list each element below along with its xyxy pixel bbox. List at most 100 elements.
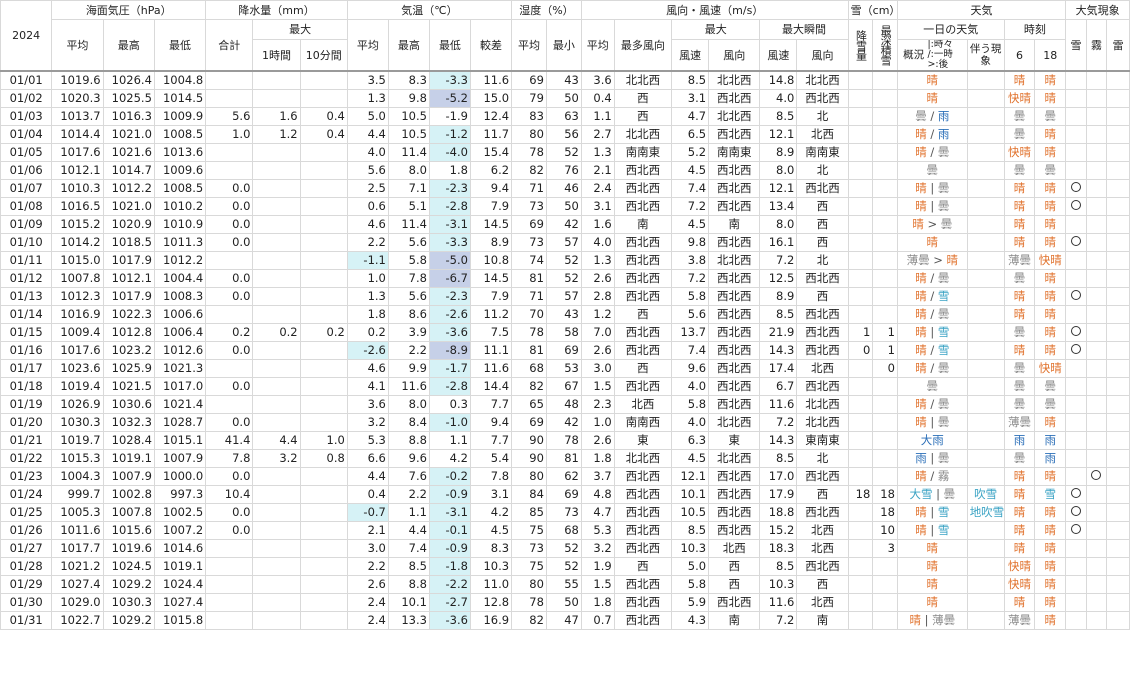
date-cell: 01/11	[0, 251, 53, 270]
time-header: 時刻	[1003, 19, 1067, 40]
wind-cell: 西北西	[613, 503, 673, 522]
table-row: 01/28 1021.2 1024.5 1019.1 2.2 8.5 -1.8 10.3 75 5…	[0, 557, 1130, 576]
temp-cell: 2.1	[346, 521, 389, 540]
atmos-cell	[1085, 161, 1108, 180]
wind-cell: 西北西	[613, 467, 673, 486]
pressure-cell: 1016.3	[102, 107, 155, 126]
humidity-cell: 50	[545, 593, 582, 612]
atmos-cell	[1085, 233, 1108, 252]
temp-cell: 4.4	[387, 521, 430, 540]
temp-cell: -1.1	[346, 251, 389, 270]
phenomena-cell	[966, 359, 1005, 378]
atmos-cell	[1085, 341, 1108, 360]
precip-cell	[205, 575, 254, 594]
pressure-cell: 1015.2	[51, 215, 104, 234]
pressure-cell: 1021.2	[51, 557, 104, 576]
temp-cell: -2.8	[428, 197, 471, 216]
weather-summary-cell: 晴	[896, 593, 968, 612]
date-cell: 01/21	[0, 431, 53, 450]
weather-6-cell: 薄曇	[1003, 413, 1036, 432]
weather-token: 雪	[937, 325, 950, 339]
phenomena-cell	[966, 341, 1005, 360]
atmos-cell	[1106, 341, 1130, 360]
temp-range-header: 較差	[469, 19, 513, 72]
weather-18-cell: 晴	[1034, 521, 1067, 540]
precip-1h-header: 1時間	[252, 39, 301, 72]
weather-token: 曇	[937, 307, 950, 321]
wind-cell: 1.0	[580, 413, 615, 432]
atmos-cell	[1106, 395, 1130, 414]
precip-cell	[205, 557, 254, 576]
temp-cell: 7.1	[387, 179, 430, 198]
day-weather-header: 一日の天気	[896, 19, 1005, 40]
temp-cell: 5.4	[469, 449, 513, 468]
pressure-cell: 1004.4	[153, 269, 207, 288]
table-row: 01/17 1023.6 1025.9 1021.3 4.6 9.9 -1.7 11.6 68 5…	[0, 359, 1130, 378]
date-cell: 01/19	[0, 395, 53, 414]
temp-cell: 8.3	[469, 539, 513, 558]
weather-token: 曇	[937, 415, 950, 429]
date-cell: 01/16	[0, 341, 53, 360]
weather-18-cell: 曇	[1034, 377, 1067, 396]
atmos-cell	[1085, 557, 1108, 576]
wind-cell: 西北西	[613, 197, 673, 216]
wind-cell: 7.2	[759, 611, 798, 630]
temp-cell: 1.0	[346, 269, 389, 288]
date-cell: 01/15	[0, 323, 53, 342]
temp-cell: 7.9	[469, 287, 513, 306]
wind-cell: 北北西	[796, 70, 849, 90]
temp-cell: 8.6	[387, 305, 430, 324]
temp-cell: 10.5	[387, 107, 430, 126]
wind-cell: 4.0	[580, 233, 615, 252]
humidity-cell: 42	[545, 413, 582, 432]
atmos-group-header: 大気現象	[1065, 0, 1130, 20]
wind-cell: 西	[708, 557, 761, 576]
weather-token: /	[926, 271, 938, 285]
wind-cell: 西北西	[796, 179, 849, 198]
precip-max-header: 最大	[252, 19, 348, 40]
wind-cell: 7.2	[671, 269, 710, 288]
temp-cell: 4.0	[346, 143, 389, 162]
precip-cell	[252, 521, 301, 540]
wind-cell: 6.7	[759, 377, 798, 396]
atmos-cell	[1065, 143, 1087, 162]
precip-cell: 5.6	[205, 107, 254, 126]
temp-cell: 2.2	[387, 341, 430, 360]
humidity-cell: 82	[511, 611, 547, 630]
weather-6-cell: 晴	[1003, 197, 1036, 216]
humidity-cell: 68	[511, 359, 547, 378]
pressure-cell: 1019.1	[153, 557, 207, 576]
date-cell: 01/24	[0, 485, 53, 504]
wind-cell: 6.5	[671, 125, 710, 144]
pressure-cell: 1012.1	[51, 161, 104, 180]
weather-token: 曇	[937, 451, 950, 465]
pressure-cell: 1009.4	[51, 323, 104, 342]
wind-cell: 北西	[796, 359, 849, 378]
wind-max-dir-header: 風向	[708, 39, 761, 72]
weather-summary-cell: 曇 / 雨	[896, 107, 968, 126]
weather-token: 晴	[1013, 235, 1026, 249]
table-row: 01/23 1004.3 1007.9 1000.0 0.0 4.4 7.6 -0.2 7.8 8…	[0, 467, 1130, 486]
atmos-cell	[1065, 89, 1087, 108]
snow-cell	[847, 197, 874, 216]
wind-cell: 4.8	[580, 485, 615, 504]
precip-group-header: 降水量（mm）	[205, 0, 348, 20]
wind-cell: 西北西	[708, 323, 761, 342]
weather-token: 晴	[1013, 307, 1026, 321]
humidity-cell: 90	[511, 431, 547, 450]
weather-18-cell: 雨	[1034, 431, 1067, 450]
atmos-cell	[1065, 359, 1087, 378]
precip-cell	[299, 575, 348, 594]
weather-token: 曇	[1013, 451, 1026, 465]
weather-token: 晴	[926, 541, 939, 555]
snow-cell	[872, 215, 898, 234]
precip-cell	[299, 503, 348, 522]
weather-token: 晴	[1044, 613, 1057, 627]
precip-cell	[299, 197, 348, 216]
temp-cell: 1.8	[428, 161, 471, 180]
humidity-cell: 67	[545, 377, 582, 396]
wind-cell: 17.9	[759, 485, 798, 504]
date-cell: 01/29	[0, 575, 53, 594]
table-row: 01/15 1009.4 1012.8 1006.4 0.2 0.2 0.2 0.2 3.9 -3…	[0, 323, 1130, 342]
atmos-cell	[1085, 70, 1108, 90]
